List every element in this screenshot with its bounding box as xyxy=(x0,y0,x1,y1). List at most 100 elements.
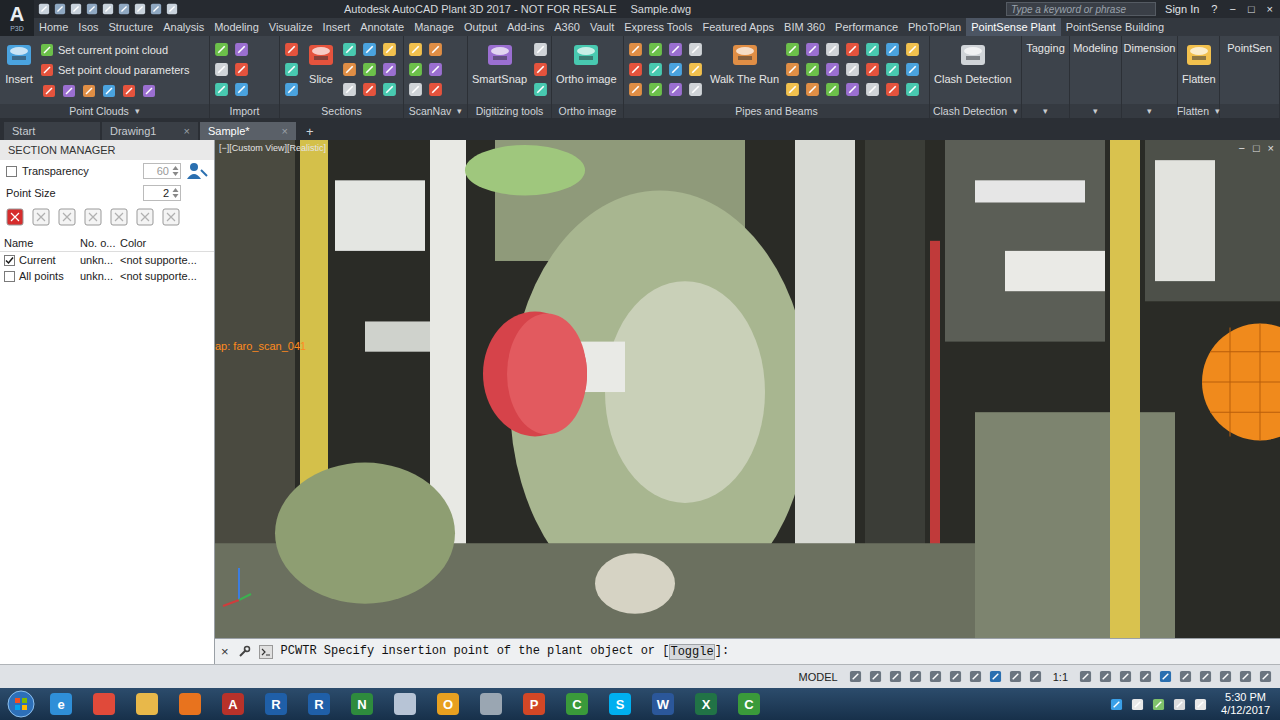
file-tab[interactable]: Start xyxy=(4,122,100,140)
taskbar-app[interactable]: P xyxy=(514,689,554,719)
section-tool-icon[interactable] xyxy=(6,208,24,226)
ribbon-tab[interactable]: Express Tools xyxy=(619,18,697,36)
tool-icon[interactable] xyxy=(1219,670,1232,683)
ribbon-small-button[interactable]: Set point cloud parameters xyxy=(40,60,189,80)
tool-icon[interactable] xyxy=(1009,670,1022,683)
tool-icon[interactable] xyxy=(805,82,820,97)
tool-icon[interactable] xyxy=(865,82,880,97)
ribbon-tab[interactable]: Manage xyxy=(409,18,459,36)
checkbox[interactable] xyxy=(4,255,15,266)
tool-icon[interactable] xyxy=(1159,670,1172,683)
tool-icon[interactable] xyxy=(1173,698,1186,711)
ribbon-tab[interactable]: Modeling xyxy=(209,18,264,36)
new-tab-button[interactable]: + xyxy=(298,122,322,140)
tool-icon[interactable] xyxy=(214,62,229,77)
tool-icon[interactable] xyxy=(825,82,840,97)
tool-icon[interactable] xyxy=(865,42,880,57)
tool-icon[interactable] xyxy=(362,62,377,77)
tool-icon[interactable] xyxy=(905,82,920,97)
tool-icon[interactable] xyxy=(118,3,130,15)
viewport[interactable]: [−][Custom View][Realistic]−□×ap: faro_s… xyxy=(215,140,1280,638)
tool-icon[interactable] xyxy=(1029,670,1042,683)
tool-icon[interactable] xyxy=(1259,670,1272,683)
tool-icon[interactable] xyxy=(628,82,643,97)
taskbar-app[interactable] xyxy=(84,689,124,719)
tool-icon[interactable] xyxy=(166,3,178,15)
taskbar-app[interactable] xyxy=(385,689,425,719)
taskbar-app[interactable]: R xyxy=(256,689,296,719)
ribbon-large-button[interactable]: Flatten xyxy=(1182,40,1216,85)
tool-icon[interactable] xyxy=(70,3,82,15)
tool-icon[interactable] xyxy=(382,82,397,97)
tool-icon[interactable] xyxy=(885,62,900,77)
panel-expand-arrow[interactable]: ▾ xyxy=(1093,106,1098,116)
spin-field[interactable]: 60 xyxy=(143,163,181,179)
ribbon-tab[interactable]: Add-ins xyxy=(502,18,549,36)
tool-icon[interactable] xyxy=(989,670,1002,683)
tool-icon[interactable] xyxy=(234,42,249,57)
tool-icon[interactable] xyxy=(150,3,162,15)
tool-icon[interactable] xyxy=(342,82,357,97)
ribbon-large-button[interactable]: Insert xyxy=(4,40,34,85)
ribbon-large-button[interactable]: Clash Detection xyxy=(934,40,1012,85)
tool-icon[interactable] xyxy=(668,82,683,97)
section-tool-icon[interactable] xyxy=(136,208,154,226)
taskbar-app[interactable]: N xyxy=(342,689,382,719)
tool-icon[interactable] xyxy=(533,62,548,77)
ribbon-tab[interactable]: Performance xyxy=(830,18,903,36)
tool-icon[interactable] xyxy=(1119,670,1132,683)
panel-expand-arrow[interactable]: ▾ xyxy=(1013,106,1018,116)
tool-icon[interactable] xyxy=(1139,670,1152,683)
tool-icon[interactable] xyxy=(408,42,423,57)
tool-icon[interactable] xyxy=(533,42,548,57)
tool-icon[interactable] xyxy=(885,42,900,57)
tool-icon[interactable] xyxy=(628,62,643,77)
panel-expand-arrow[interactable]: ▾ xyxy=(457,106,462,116)
tool-icon[interactable] xyxy=(408,82,423,97)
user-icon[interactable] xyxy=(186,162,208,180)
panel-body[interactable]: Modeling xyxy=(1070,36,1121,104)
taskbar-app[interactable]: A xyxy=(213,689,253,719)
tool-icon[interactable] xyxy=(688,62,703,77)
start-button-icon[interactable] xyxy=(4,689,38,719)
ribbon-tab[interactable]: PointSense Building xyxy=(1061,18,1169,36)
window-control-button[interactable]: × xyxy=(1264,3,1276,15)
window-control-button[interactable]: − xyxy=(1226,3,1238,15)
model-space-button[interactable]: MODEL xyxy=(795,671,842,683)
tool-icon[interactable] xyxy=(785,82,800,97)
tool-icon[interactable] xyxy=(688,82,703,97)
tool-icon[interactable] xyxy=(1199,670,1212,683)
table-row[interactable]: All pointsunkn...<not supporte... xyxy=(0,268,214,284)
taskbar-app[interactable]: e xyxy=(41,689,81,719)
tool-icon[interactable] xyxy=(909,670,922,683)
ribbon-tab[interactable]: Structure xyxy=(104,18,159,36)
ribbon-large-button[interactable]: Slice xyxy=(306,40,336,85)
help-button[interactable]: ? xyxy=(1208,3,1220,15)
window-control-button[interactable]: □ xyxy=(1245,3,1258,15)
tool-icon[interactable] xyxy=(905,42,920,57)
ribbon-large-button[interactable]: Walk The Run xyxy=(710,40,779,85)
ribbon-tab[interactable]: Analysis xyxy=(158,18,209,36)
ribbon-tab[interactable]: Annotate xyxy=(355,18,409,36)
viewport-label[interactable]: [−][Custom View][Realistic] xyxy=(219,143,326,153)
tool-icon[interactable] xyxy=(805,42,820,57)
tool-icon[interactable] xyxy=(845,42,860,57)
taskbar-app[interactable]: O xyxy=(428,689,468,719)
tool-icon[interactable] xyxy=(342,62,357,77)
section-tool-icon[interactable] xyxy=(110,208,128,226)
ribbon-tab[interactable]: Home xyxy=(34,18,73,36)
panel-expand-arrow[interactable]: ▾ xyxy=(135,106,140,116)
tool-icon[interactable] xyxy=(408,62,423,77)
tool-icon[interactable] xyxy=(845,82,860,97)
file-tab[interactable]: Sample*× xyxy=(200,122,296,140)
wrench-icon[interactable] xyxy=(237,645,251,659)
taskbar-app[interactable]: S xyxy=(600,689,640,719)
tool-icon[interactable] xyxy=(668,42,683,57)
tool-icon[interactable] xyxy=(905,62,920,77)
tool-icon[interactable] xyxy=(805,62,820,77)
tool-icon[interactable] xyxy=(102,84,116,98)
tool-icon[interactable] xyxy=(342,42,357,57)
tool-icon[interactable] xyxy=(1179,670,1192,683)
tool-icon[interactable] xyxy=(929,670,942,683)
application-menu-button[interactable]: AP3D xyxy=(0,0,34,36)
